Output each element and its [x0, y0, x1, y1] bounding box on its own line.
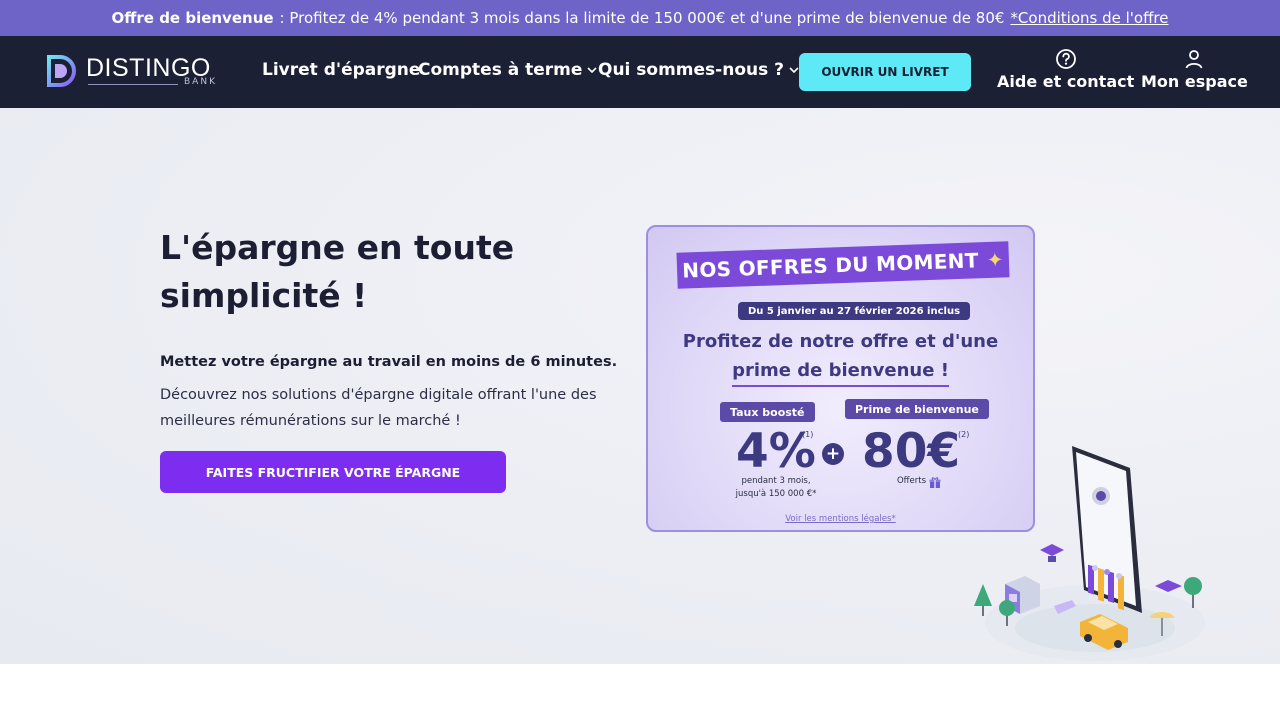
nav-livret-label: Livret d'épargne: [262, 60, 421, 80]
nav-qui-sommes-nous[interactable]: Qui sommes-nous ?: [598, 60, 799, 80]
bonus-caption: Offerts: [874, 475, 964, 488]
bonus-caption-text: Offerts: [896, 476, 927, 486]
boosted-rate-tag: Taux boosté: [720, 402, 815, 422]
user-icon: [1186, 50, 1203, 69]
chevron-down-icon: [789, 66, 799, 77]
promo-text: : Profitez de 4% pendant 3 mois dans la …: [279, 9, 1005, 27]
help-contact-label: Aide et contact: [997, 72, 1135, 91]
rate-caption: pendant 3 mois, jusqu'à 150 000 €*: [706, 475, 846, 501]
offer-headline: Profitez de notre offre et d'une prime d…: [648, 327, 1033, 387]
offer-banner-text: NOS OFFRES DU MOMENT: [681, 248, 980, 283]
hero-content: L'épargne en toute simplicité ! Mettez v…: [160, 224, 630, 493]
logo-divider: [88, 84, 178, 85]
gift-icon: [929, 476, 941, 488]
hero-title: L'épargne en toute simplicité !: [160, 228, 515, 315]
welcome-bonus-value: 80€: [862, 424, 961, 479]
sparkle-icon: ✦: [986, 247, 1005, 272]
promo-prefix: Offre de bienvenue: [111, 9, 274, 27]
plus-icon: +: [822, 443, 844, 465]
help-icon: [1055, 49, 1076, 69]
nav-livret-epargne[interactable]: Livret d'épargne: [262, 60, 420, 80]
promo-conditions-link[interactable]: *Conditions de l'offre: [1010, 9, 1168, 27]
offer-headline-line2: prime de bienvenue !: [732, 356, 949, 387]
rate-caption-line2: jusqu'à 150 000 €*: [735, 489, 817, 499]
below-fold-section: [0, 664, 1280, 720]
nav-comptes-a-terme[interactable]: Comptes à terme: [418, 60, 597, 80]
graduation-cap-icon: [1040, 544, 1064, 556]
my-account-label: Mon espace: [1141, 72, 1248, 91]
nav-comptes-label: Comptes à terme: [418, 60, 583, 80]
main-nav: DISTINGO BANK Livret d'épargne Comptes à…: [0, 36, 1280, 108]
welcome-bonus-tag: Prime de bienvenue: [845, 399, 989, 419]
grow-savings-button[interactable]: FAITES FRUCTIFIER VOTRE ÉPARGNE: [160, 451, 506, 493]
open-account-button[interactable]: OUVRIR UN LIVRET: [799, 53, 971, 91]
nav-qui-label: Qui sommes-nous ?: [598, 60, 785, 80]
savings-illustration: [974, 446, 1205, 661]
distingo-logo[interactable]: DISTINGO BANK: [46, 54, 228, 92]
logo-mark-icon: [47, 55, 76, 87]
hero-lead: Mettez votre épargne au travail en moins…: [160, 354, 618, 370]
hero-description: Découvrez nos solutions d'épargne digita…: [160, 387, 597, 429]
offer-dates-badge: Du 5 janvier au 27 février 2026 inclus: [738, 302, 971, 320]
shield-icon: [1155, 580, 1182, 592]
logo-sub: BANK: [184, 77, 217, 87]
rate-note-ref: (1): [802, 430, 814, 439]
my-account-link[interactable]: Mon espace: [1141, 48, 1248, 91]
rate-caption-line1: pendant 3 mois,: [741, 476, 811, 486]
promo-bar: Offre de bienvenue : Profitez de 4% pend…: [0, 0, 1280, 36]
hero-section: L'épargne en toute simplicité ! Mettez v…: [0, 108, 1280, 664]
help-contact-link[interactable]: Aide et contact: [997, 48, 1134, 91]
offer-headline-line1: Profitez de notre offre et d'une: [682, 331, 999, 352]
offer-banner: NOS OFFRES DU MOMENT ✦: [676, 241, 1010, 289]
chevron-down-icon: [587, 66, 597, 77]
